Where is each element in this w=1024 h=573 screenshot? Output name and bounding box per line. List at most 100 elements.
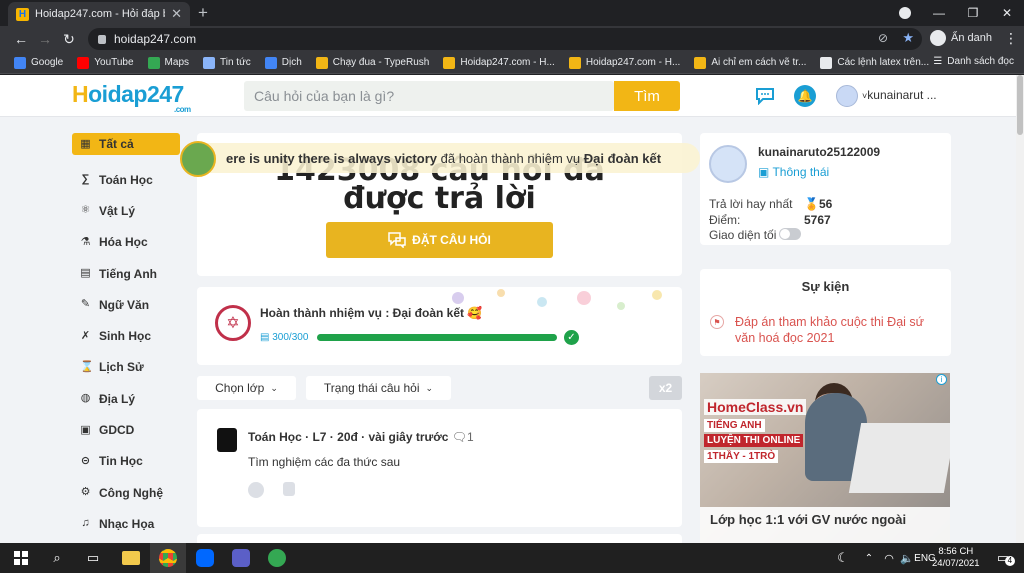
question-text[interactable]: Tìm nghiệm các đa thức sau	[248, 455, 400, 469]
avatar[interactable]	[709, 145, 747, 183]
sidebar-item-5[interactable]: ✎ Ngữ Văn	[72, 289, 180, 320]
eye-off-icon[interactable]: ⊘	[878, 31, 888, 45]
bookmark-item[interactable]: Chạy đua - TypeRush	[315, 56, 429, 69]
user-profile-card: kunainaruto25122009 ▣ Thông thái Trả lời…	[700, 133, 951, 245]
bookmark-item[interactable]: YouTube	[77, 56, 134, 69]
system-clock[interactable]: 8:56 CH 24/07/2021	[932, 546, 980, 570]
avatar[interactable]	[836, 85, 858, 107]
sidebar-item-1[interactable]: ∑ Toán Học	[72, 164, 180, 195]
reload-icon[interactable]: ↻	[60, 30, 78, 48]
advertisement[interactable]: HomeClass.vn TIẾNG ANH LUYỆN THI ONLINE …	[700, 373, 950, 543]
sidebar-item-2[interactable]: ⚛ Vật Lý	[72, 195, 180, 226]
attachment-thumbnail[interactable]	[248, 482, 264, 498]
sidebar-item-8[interactable]: ◍ Địa Lý	[72, 383, 180, 414]
next-question-card[interactable]	[197, 534, 682, 543]
browser-menu-icon[interactable]: ⋮	[1004, 30, 1018, 47]
avatar[interactable]	[217, 428, 237, 452]
ad-info-icon[interactable]: i	[936, 374, 947, 385]
quest-progress-fill	[317, 334, 557, 341]
dark-mode-toggle[interactable]	[779, 228, 801, 240]
address-bar[interactable]: hoidap247.com ⊘ ★	[88, 28, 922, 50]
ask-button-label: ĐẶT CÂU HỎI	[412, 233, 491, 247]
bookmark-item[interactable]: Các lệnh latex trên...	[820, 56, 929, 69]
bookmark-item[interactable]: Tin tức	[203, 56, 251, 69]
bookmark-item[interactable]: Google	[14, 56, 63, 69]
best-answer-label: Trả lời hay nhất	[709, 197, 793, 211]
header-username[interactable]: ˅kunainarut ...	[862, 88, 937, 102]
windows-start-icon[interactable]	[10, 548, 32, 568]
close-window-button[interactable]: ✕	[990, 0, 1024, 26]
bookmark-favicon-icon	[694, 56, 707, 69]
page-scrollbar[interactable]	[1016, 75, 1024, 543]
scrollbar-thumb[interactable]	[1017, 75, 1023, 135]
sidebar-item-4[interactable]: ▤ Tiếng Anh	[72, 258, 180, 289]
back-arrow-icon[interactable]: ←	[12, 30, 30, 48]
bookmark-favicon-icon	[443, 56, 456, 69]
search-button[interactable]: Tìm	[614, 81, 680, 111]
points-multiplier-badge: x2	[649, 376, 682, 400]
sidebar-item-0[interactable]: ▦ Tất cả	[72, 133, 180, 155]
file-explorer-icon[interactable]	[120, 548, 142, 568]
chat-icon[interactable]	[754, 85, 776, 107]
sidebar-item-9[interactable]: ▣ GDCD	[72, 414, 180, 445]
moon-icon[interactable]: ☾	[832, 548, 854, 568]
zalo-icon[interactable]	[194, 548, 216, 568]
bookmark-label: Ai chỉ em cách vẽ tr...	[711, 57, 807, 68]
chrome-icon[interactable]	[157, 548, 179, 568]
profile-username[interactable]: kunainaruto25122009	[758, 145, 880, 159]
browser-tab[interactable]: H Hoidap247.com - Hỏi đáp bài tậ... ✕	[8, 2, 190, 26]
chevron-down-icon: ⌄	[270, 382, 278, 393]
sidebar-item-12[interactable]: ♫ Nhạc Họa	[72, 508, 180, 539]
close-tab-icon[interactable]: ✕	[171, 6, 182, 22]
sidebar-item-10[interactable]: ⊝ Tin Học	[72, 446, 180, 477]
event-link[interactable]: Đáp án tham khảo cuộc thi Đại sứ văn hoá…	[735, 314, 935, 346]
ad-tag: 1THẦY - 1TRÒ	[704, 450, 779, 463]
tab-search-icon[interactable]	[899, 7, 911, 19]
site-header: Hoidap247 .com Câu hỏi của bạn là gì? Tì…	[0, 75, 1024, 117]
incognito-profile[interactable]: Ẩn danh	[930, 30, 992, 46]
new-tab-button[interactable]: +	[198, 3, 208, 23]
sidebar-item-7[interactable]: ⌛ Lịch Sử	[72, 352, 180, 383]
bookmark-label: Hoidap247.com - H...	[460, 57, 555, 68]
best-answer-value: 🏅56	[804, 197, 833, 211]
lock-icon[interactable]	[98, 34, 106, 44]
attachment-thumbnail[interactable]	[283, 482, 295, 496]
confetti-decoration	[452, 292, 464, 304]
reading-list-button[interactable]: ☰ Danh sách đọc	[933, 56, 1014, 67]
question-card[interactable]: Toán Học · L7 · 20đ · vài giây trước 🗨1 …	[197, 409, 682, 527]
bookmark-item[interactable]: Dịch	[264, 56, 302, 69]
bookmark-item[interactable]: Hoidap247.com - H...	[443, 56, 555, 69]
task-view-icon[interactable]: ▭	[82, 548, 104, 568]
bookmark-label: YouTube	[94, 57, 134, 68]
events-card: Sự kiện ⚑ Đáp án tham khảo cuộc thi Đại …	[700, 269, 951, 356]
maximize-button[interactable]: ❐	[956, 0, 990, 26]
computer-icon: ⊝	[80, 454, 91, 467]
bookmark-item[interactable]: Maps	[147, 56, 189, 69]
app-icon[interactable]	[266, 548, 288, 568]
search-icon[interactable]: ⌕	[46, 548, 68, 568]
ask-question-button[interactable]: ĐẶT CÂU HỎI	[326, 222, 553, 258]
sidebar-item-3[interactable]: ⚗ Hóa Học	[72, 227, 180, 258]
search-input[interactable]: Câu hỏi của bạn là gì?	[244, 81, 614, 111]
chevron-up-icon[interactable]: ⌃	[858, 548, 880, 568]
forward-arrow-icon[interactable]: →	[36, 30, 54, 48]
site-logo[interactable]: Hoidap247 .com	[72, 81, 191, 114]
notification-center-icon[interactable]: ▭ 4	[992, 548, 1015, 568]
sidebar-item-6[interactable]: ✗ Sinh Học	[72, 320, 180, 351]
sidebar-item-label: Địa Lý	[99, 391, 136, 406]
pen-icon: ✎	[80, 298, 91, 311]
notification-bell-icon[interactable]: 🔔	[794, 85, 816, 107]
sidebar-item-11[interactable]: ⚙ Công Nghệ	[72, 477, 180, 508]
bookmark-item[interactable]: Hoidap247.com - H...	[568, 56, 680, 69]
teams-icon[interactable]	[230, 548, 252, 568]
bookmark-label: Dịch	[281, 57, 302, 68]
dark-mode-label: Giao diện tối	[709, 228, 777, 242]
confetti-decoration	[497, 289, 505, 297]
profile-label: Ẩn danh	[951, 32, 992, 44]
bookmark-star-icon[interactable]: ★	[902, 30, 914, 46]
ad-brand: HomeClass.vn	[704, 399, 807, 415]
grade-filter-dropdown[interactable]: Chọn lớp ⌄	[197, 376, 296, 400]
bookmark-item[interactable]: Ai chỉ em cách vẽ tr...	[694, 56, 807, 69]
minimize-button[interactable]: —	[922, 0, 956, 26]
status-filter-dropdown[interactable]: Trạng thái câu hỏi ⌄	[306, 376, 451, 400]
